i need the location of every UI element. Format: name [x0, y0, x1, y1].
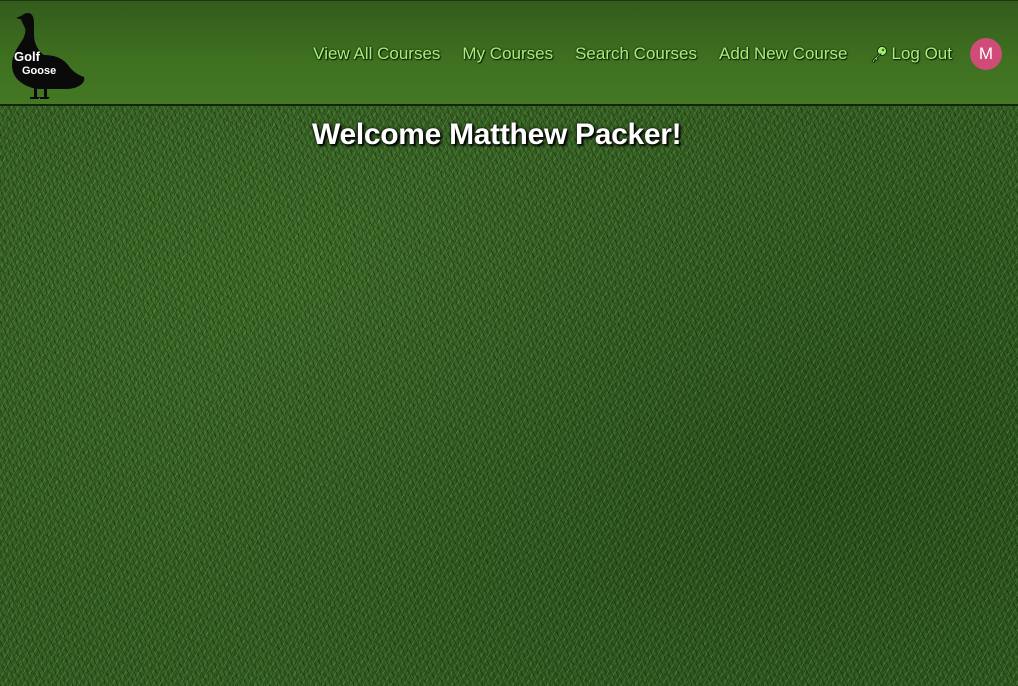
key-icon: [870, 45, 888, 63]
logout-label: Log Out: [891, 44, 953, 63]
golf-goose-logo[interactable]: Golf Goose: [8, 9, 88, 101]
logout-link[interactable]: Log Out: [870, 44, 953, 64]
nav-link-view-all-courses[interactable]: View All Courses: [313, 44, 440, 64]
nav-links: View All Courses My Courses Search Cours…: [313, 37, 1002, 71]
user-avatar[interactable]: M: [970, 38, 1002, 70]
nav-link-add-new-course[interactable]: Add New Course: [719, 44, 848, 64]
nav-link-my-courses[interactable]: My Courses: [462, 44, 553, 64]
goose-logo-icon: Golf Goose: [12, 13, 85, 99]
svg-text:Golf: Golf: [14, 49, 41, 64]
welcome-heading: Welcome Matthew Packer!: [312, 118, 682, 151]
svg-text:Goose: Goose: [22, 65, 56, 77]
navbar: Golf Goose View All Courses My Courses S…: [0, 0, 1018, 106]
nav-link-search-courses[interactable]: Search Courses: [575, 44, 697, 64]
